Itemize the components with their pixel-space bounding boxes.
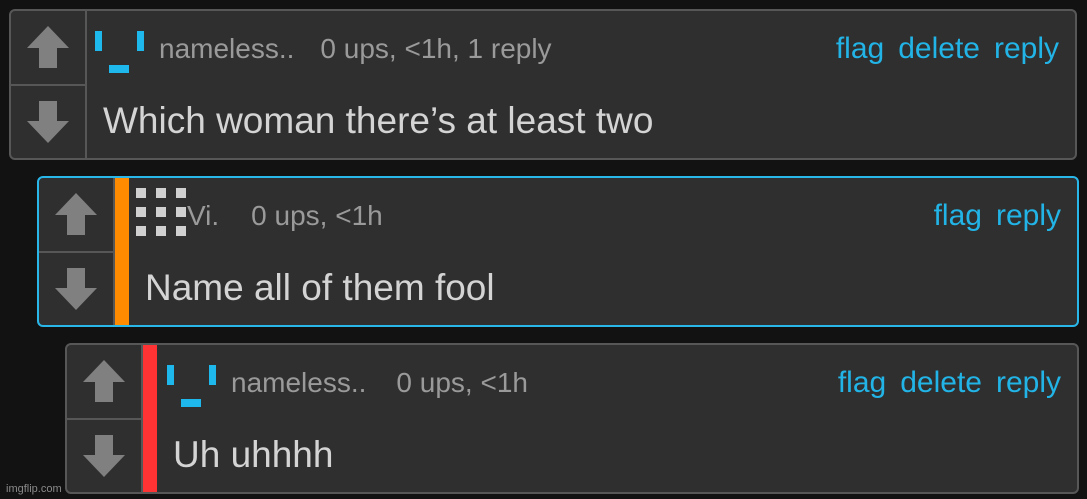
- comment-card-highlighted: Vi. 0 ups, <1h flag reply Name all of th…: [37, 176, 1079, 327]
- flag-link[interactable]: flag: [838, 366, 886, 400]
- vote-column: [39, 178, 115, 325]
- comment-meta: nameless.. 0 ups, <1h, 1 reply: [159, 33, 552, 65]
- arrow-up-icon: [55, 193, 97, 236]
- comment-text: Uh uhhhh: [173, 434, 334, 475]
- reply-link[interactable]: reply: [994, 32, 1059, 66]
- reply-link[interactable]: reply: [996, 366, 1061, 400]
- username-link[interactable]: Vi.: [187, 200, 219, 232]
- watermark: imgflip.com: [6, 483, 62, 495]
- comment-stats: 0 ups, <1h, 1 reply: [320, 33, 552, 64]
- comment-text: Which woman there’s at least two: [103, 100, 654, 141]
- comment-actions: flag delete reply: [836, 32, 1059, 66]
- upvote-button[interactable]: [11, 11, 85, 84]
- comment-body: Vi. 0 ups, <1h flag reply Name all of th…: [129, 178, 1077, 325]
- arrow-down-icon: [27, 100, 69, 143]
- upvote-button[interactable]: [67, 345, 141, 418]
- username-link[interactable]: nameless..: [231, 367, 366, 399]
- comment-text: Name all of them fool: [145, 267, 495, 308]
- downvote-button[interactable]: [39, 250, 113, 326]
- vote-column: [11, 11, 87, 158]
- flag-link[interactable]: flag: [934, 199, 982, 233]
- comment-body: nameless.. 0 ups, <1h, 1 reply flag dele…: [87, 11, 1075, 158]
- vote-column: [67, 345, 143, 492]
- thread-depth-stripe: [143, 345, 157, 492]
- thread-depth-stripe: [115, 178, 129, 325]
- flag-link[interactable]: flag: [836, 32, 884, 66]
- comment-actions: flag delete reply: [838, 366, 1061, 400]
- arrow-up-icon: [27, 26, 69, 69]
- downvote-button[interactable]: [67, 417, 141, 493]
- face-icon[interactable]: [95, 31, 144, 77]
- comment-actions: flag reply: [934, 199, 1061, 233]
- arrow-up-icon: [83, 360, 125, 403]
- comment-body: nameless.. 0 ups, <1h flag delete reply …: [157, 345, 1077, 492]
- arrow-down-icon: [55, 267, 97, 310]
- comment-card: nameless.. 0 ups, <1h flag delete reply …: [65, 343, 1079, 494]
- face-icon[interactable]: [167, 365, 216, 411]
- downvote-button[interactable]: [11, 83, 85, 159]
- comment-meta: Vi. 0 ups, <1h: [187, 200, 383, 232]
- comment-stats: 0 ups, <1h: [251, 200, 383, 231]
- comment-meta: nameless.. 0 ups, <1h: [231, 367, 528, 399]
- comment-card: nameless.. 0 ups, <1h, 1 reply flag dele…: [9, 9, 1077, 160]
- username-link[interactable]: nameless..: [159, 33, 294, 65]
- upvote-button[interactable]: [39, 178, 113, 251]
- comment-stats: 0 ups, <1h: [396, 367, 528, 398]
- delete-link[interactable]: delete: [898, 32, 980, 66]
- delete-link[interactable]: delete: [900, 366, 982, 400]
- arrow-down-icon: [83, 434, 125, 477]
- reply-link[interactable]: reply: [996, 199, 1061, 233]
